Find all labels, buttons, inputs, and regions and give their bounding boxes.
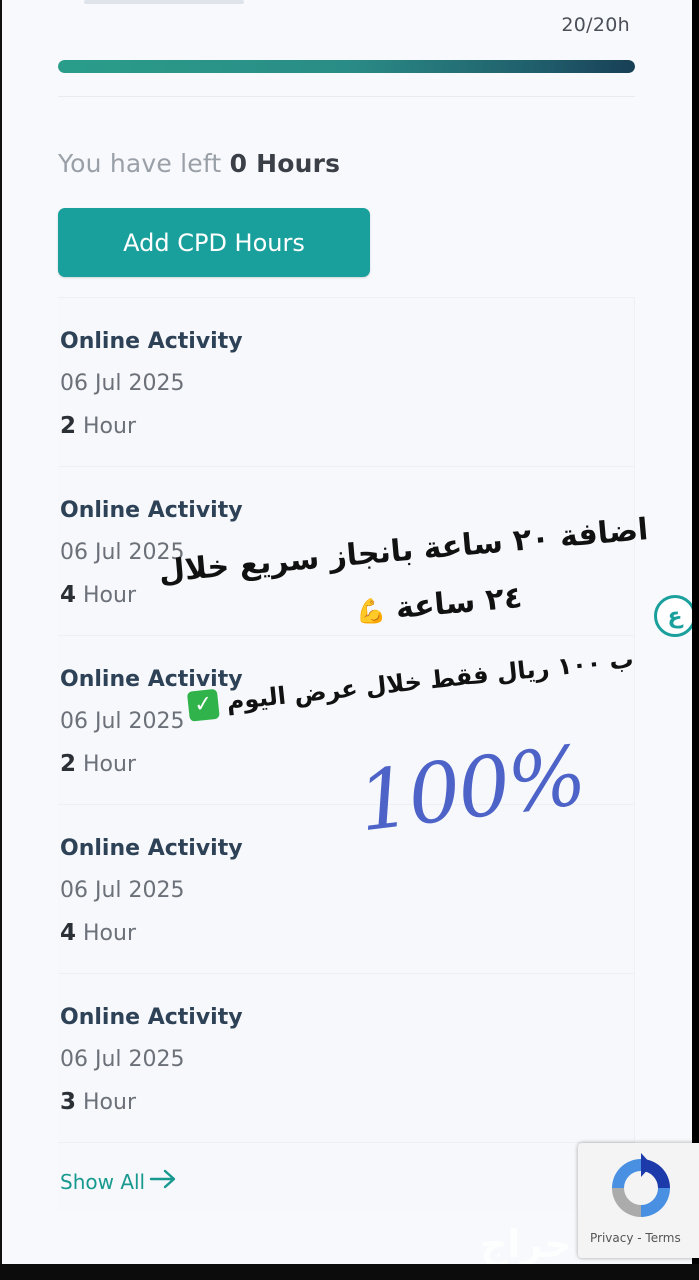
activity-hours: 4 Hour [60, 582, 136, 608]
activity-hours-value: 3 [60, 1089, 77, 1115]
activity-title: Online Activity [60, 836, 243, 861]
recaptcha-badge[interactable]: Privacy - Terms [578, 1143, 699, 1258]
bottom-bar [0, 1264, 699, 1280]
progress-count: 20/20h [561, 14, 630, 36]
flexed-biceps-icon: 💪 [354, 595, 387, 626]
activity-hours-value: 2 [60, 751, 77, 777]
activity-hours-unit: Hour [83, 414, 137, 439]
activity-title: Online Activity [60, 1005, 243, 1030]
app-screen: 20/20h You have left 0 Hours Add CPD Hou… [0, 0, 692, 1280]
activity-hours-unit: Hour [83, 921, 137, 946]
progress-bar [58, 60, 635, 73]
activity-card[interactable]: Online Activity 06 Jul 2025 4 Hour [58, 804, 635, 973]
activity-hours-unit: Hour [83, 1090, 137, 1115]
activity-hours-unit: Hour [83, 752, 137, 777]
recaptcha-links[interactable]: Privacy - Terms [590, 1231, 681, 1245]
hours-left-prefix: You have left [58, 149, 222, 178]
watermark: حراج [480, 1222, 572, 1266]
activity-date: 06 Jul 2025 [60, 371, 185, 396]
activity-hours-unit: Hour [83, 583, 137, 608]
activity-card[interactable]: Online Activity 06 Jul 2025 2 Hour [58, 297, 635, 466]
activity-list: Online Activity 06 Jul 2025 2 Hour Onlin… [58, 297, 635, 1142]
hours-left-text: You have left 0 Hours [58, 149, 340, 178]
progress-fill [58, 60, 635, 73]
activity-hours-value: 2 [60, 413, 77, 439]
activity-hours: 2 Hour [60, 413, 136, 439]
activity-hours-value: 4 [60, 920, 77, 946]
add-cpd-hours-button[interactable]: Add CPD Hours [58, 208, 370, 277]
translate-icon[interactable]: ع [654, 595, 692, 637]
top-edge [84, 0, 244, 4]
activity-hours: 3 Hour [60, 1089, 136, 1115]
activity-date: 06 Jul 2025 [60, 709, 185, 734]
activity-date: 06 Jul 2025 [60, 1047, 185, 1072]
activity-hours-value: 4 [60, 582, 77, 608]
recaptcha-logo-icon [612, 1153, 670, 1217]
show-all-link[interactable]: Show All [60, 1168, 177, 1195]
activity-title: Online Activity [60, 329, 243, 354]
show-all-label: Show All [60, 1169, 146, 1194]
arrow-right-icon [149, 1168, 177, 1195]
hours-left-value: 0 Hours [229, 149, 341, 178]
activity-hours: 2 Hour [60, 751, 136, 777]
activity-title: Online Activity [60, 498, 243, 523]
activity-date: 06 Jul 2025 [60, 878, 185, 903]
divider [58, 96, 635, 97]
check-mark-icon: ✓ [187, 688, 221, 722]
activity-card[interactable]: Online Activity 06 Jul 2025 3 Hour [58, 973, 635, 1142]
show-all-row: Show All [58, 1142, 635, 1212]
translate-glyph: ع [667, 603, 683, 629]
activity-hours: 4 Hour [60, 920, 136, 946]
